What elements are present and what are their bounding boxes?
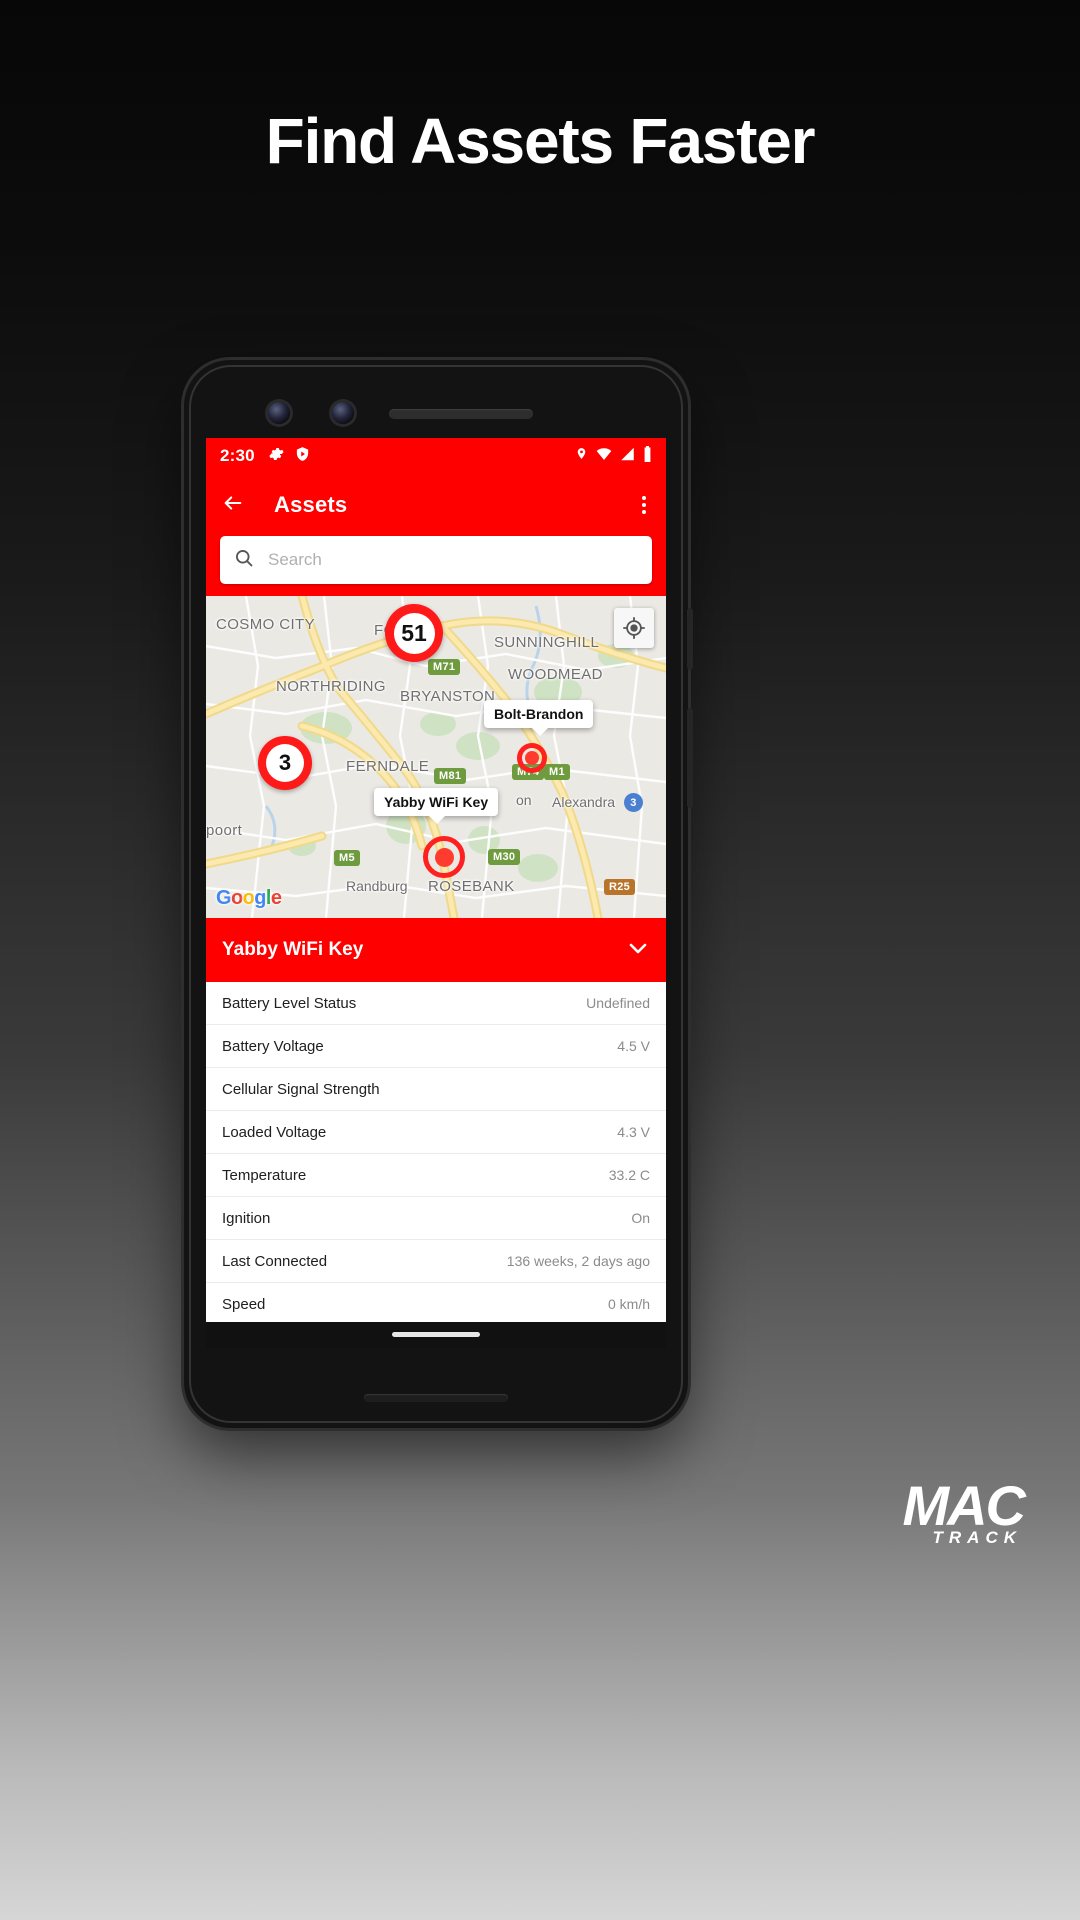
map-label: FERNDALE bbox=[346, 758, 430, 775]
google-logo: Google bbox=[216, 887, 282, 909]
map-cluster-marker[interactable]: 51 bbox=[385, 604, 443, 662]
search-icon bbox=[234, 548, 254, 573]
map-label: Alexandra bbox=[552, 794, 616, 810]
road-shield-icon: M81 bbox=[434, 768, 467, 784]
cluster-count: 3 bbox=[266, 744, 304, 782]
phone-screen: 2:30 Assets Search COSMO CITY SUNNINGHIL… bbox=[206, 438, 666, 1348]
road-shield-icon: M71 bbox=[428, 659, 461, 675]
map-label: Randburg bbox=[346, 878, 408, 894]
bottom-speaker bbox=[364, 1394, 508, 1402]
property-label: Battery Voltage bbox=[222, 1037, 324, 1055]
property-value: Undefined bbox=[586, 995, 650, 1011]
asset-properties-table: Battery Level Status Undefined Battery Vol… bbox=[206, 982, 666, 1348]
map-label: poort bbox=[206, 822, 243, 839]
pin-center-dot bbox=[434, 847, 454, 867]
phone-mockup: 2:30 Assets Search COSMO CITY SUNNINGHIL… bbox=[184, 360, 693, 1428]
road-shield-icon: M30 bbox=[488, 849, 521, 865]
front-sensor-icon bbox=[332, 402, 354, 424]
cluster-count: 51 bbox=[393, 612, 435, 654]
overflow-menu-icon[interactable] bbox=[636, 490, 652, 520]
search-box[interactable] bbox=[220, 536, 652, 584]
status-left-icons bbox=[268, 446, 310, 467]
my-location-button[interactable] bbox=[614, 608, 654, 648]
status-bar: 2:30 bbox=[206, 438, 666, 474]
road-shield-icon: R25 bbox=[604, 879, 636, 895]
cellular-signal-icon bbox=[620, 447, 635, 466]
location-icon bbox=[575, 446, 588, 466]
chevron-down-icon[interactable] bbox=[626, 936, 650, 965]
property-label: Battery Level Status bbox=[222, 994, 357, 1012]
arrow-back-icon[interactable] bbox=[220, 492, 246, 519]
map-marker-tooltip[interactable]: Bolt-Brandon bbox=[484, 700, 594, 736]
settings-gear-icon bbox=[268, 446, 284, 467]
asset-pin-yabby-wifi-key[interactable] bbox=[423, 836, 465, 878]
my-location-icon bbox=[623, 617, 645, 639]
power-button[interactable] bbox=[687, 708, 693, 808]
front-camera-icon bbox=[268, 402, 290, 424]
map-cluster-marker[interactable]: 3 bbox=[258, 736, 312, 790]
search-input[interactable] bbox=[268, 550, 638, 570]
map-label: on bbox=[516, 792, 532, 808]
property-value: On bbox=[631, 1210, 650, 1226]
table-row[interactable]: Cellular Signal Strength bbox=[206, 1068, 666, 1111]
map-view[interactable]: COSMO CITYFOURSUNNINGHILLWOODMEADNORTHRI… bbox=[206, 596, 666, 918]
property-label: Loaded Voltage bbox=[222, 1123, 327, 1141]
table-row[interactable]: Battery Level Status Undefined bbox=[206, 982, 666, 1025]
map-marker-tooltip[interactable]: Yabby WiFi Key bbox=[374, 788, 499, 824]
road-shield-icon: 3 bbox=[624, 793, 643, 812]
asset-detail-title: Yabby WiFi Key bbox=[222, 939, 364, 960]
property-label: Speed bbox=[222, 1295, 266, 1313]
page-title: Find Assets Faster bbox=[265, 105, 816, 177]
pin-center-dot bbox=[525, 751, 539, 765]
status-time: 2:30 bbox=[220, 446, 255, 465]
app-bar-title: Assets bbox=[274, 492, 348, 517]
wifi-icon bbox=[596, 447, 612, 466]
table-row[interactable]: Speed 0 km/h bbox=[206, 1283, 666, 1326]
road-shield-icon: M1 bbox=[544, 764, 570, 780]
map-label: SUNNINGHILL bbox=[494, 634, 600, 651]
status-right-icons bbox=[575, 445, 652, 467]
battery-icon bbox=[643, 445, 652, 467]
home-indicator[interactable] bbox=[392, 1332, 480, 1337]
property-value: 33.2 C bbox=[608, 1167, 650, 1183]
earpiece-speaker bbox=[389, 409, 533, 419]
table-row[interactable]: Loaded Voltage 4.3 V bbox=[206, 1111, 666, 1154]
property-value: 0 km/h bbox=[607, 1296, 650, 1312]
map-label: NORTHRIDING bbox=[276, 678, 386, 695]
property-label: Ignition bbox=[222, 1209, 271, 1227]
property-label: Cellular Signal Strength bbox=[222, 1080, 380, 1098]
logo-mac-text: MAC bbox=[902, 1473, 1026, 1537]
table-row[interactable]: Battery Voltage 4.5 V bbox=[206, 1025, 666, 1068]
road-shield-icon: M5 bbox=[334, 850, 360, 866]
search-bar-container bbox=[206, 536, 666, 596]
mactrack-logo: MAC TRACK bbox=[902, 1473, 1026, 1548]
map-label: ROSEBANK bbox=[428, 878, 515, 895]
table-row[interactable]: Ignition On bbox=[206, 1197, 666, 1240]
property-value: 4.5 V bbox=[617, 1038, 650, 1054]
shield-play-icon bbox=[295, 446, 310, 467]
map-label: WOODMEAD bbox=[508, 666, 603, 683]
property-label: Temperature bbox=[222, 1166, 307, 1184]
nav-bar-area bbox=[206, 1322, 666, 1348]
volume-button[interactable] bbox=[687, 608, 693, 670]
app-bar: Assets bbox=[206, 474, 666, 536]
table-row[interactable]: Temperature 33.2 C bbox=[206, 1154, 666, 1197]
property-value: 4.3 V bbox=[617, 1124, 650, 1140]
property-label: Last Connected bbox=[222, 1252, 328, 1270]
asset-detail-header[interactable]: Yabby WiFi Key bbox=[206, 918, 666, 982]
asset-pin-bolt-brandon[interactable] bbox=[517, 743, 547, 773]
map-label: COSMO CITY bbox=[216, 616, 316, 633]
map-label: BRYANSTON bbox=[400, 688, 496, 705]
table-row[interactable]: Last Connected 136 weeks, 2 days ago bbox=[206, 1240, 666, 1283]
property-value: 136 weeks, 2 days ago bbox=[506, 1253, 650, 1269]
